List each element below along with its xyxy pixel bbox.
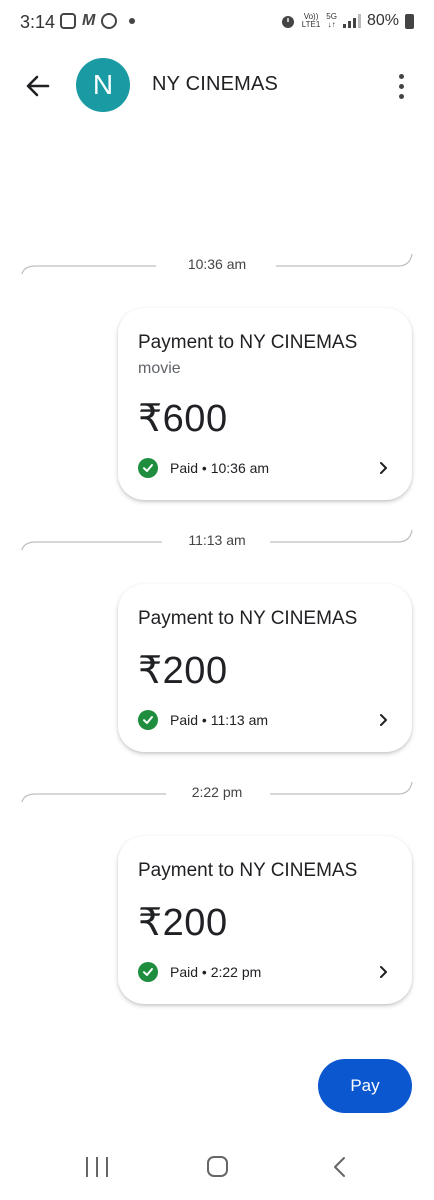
- arrow-left-icon: [26, 75, 50, 97]
- system-nav-bar: [0, 1140, 434, 1200]
- timestamp-divider: 11:13 am: [20, 528, 414, 556]
- timestamp-divider: 10:36 am: [20, 252, 414, 280]
- divider-time: 2:22 pm: [173, 784, 261, 800]
- check-circle-icon: [138, 458, 158, 478]
- chat-header: N NY CINEMAS: [0, 58, 434, 114]
- payment-amount: ₹200: [138, 650, 228, 692]
- payment-card[interactable]: Payment to NY CINEMAS ₹200 Paid • 11:13 …: [118, 584, 412, 752]
- m-app-icon: M: [82, 12, 96, 29]
- payment-amount: ₹200: [138, 902, 228, 944]
- divider-time: 10:36 am: [169, 256, 265, 272]
- battery-icon: [405, 13, 414, 29]
- timestamp-divider: 2:22 pm: [20, 780, 414, 808]
- signal-icon: [342, 14, 361, 28]
- payment-status: Paid • 2:22 pm: [138, 962, 261, 982]
- status-label: Paid • 10:36 am: [170, 460, 270, 476]
- b-app-icon: [101, 13, 118, 29]
- system-icons: Vo)) LTE1 5G ↓↑ 80%: [280, 12, 414, 30]
- pay-button[interactable]: Pay: [318, 1059, 412, 1113]
- status-label: Paid • 2:22 pm: [170, 964, 262, 980]
- check-circle-icon: [138, 710, 158, 730]
- payment-title: Payment to NY CINEMAS: [138, 608, 358, 629]
- chevron-right-icon: [380, 966, 387, 978]
- battery-percent: 80%: [366, 12, 399, 29]
- check-circle-icon: [138, 962, 158, 982]
- volte-indicator: Vo)) LTE1: [301, 12, 321, 29]
- nav-back-button[interactable]: [330, 1156, 350, 1178]
- payment-card[interactable]: Payment to NY CINEMAS ₹200 Paid • 2:22 p…: [118, 836, 412, 1004]
- back-button[interactable]: [22, 70, 54, 102]
- alarm-icon: [281, 16, 294, 28]
- page-title[interactable]: NY CINEMAS: [152, 73, 278, 96]
- instagram-icon: [60, 13, 76, 29]
- payment-title: Payment to NY CINEMAS: [138, 332, 358, 353]
- payment-amount: ₹600: [138, 398, 228, 440]
- avatar[interactable]: N: [76, 58, 130, 112]
- status-time: 3:14: [20, 12, 56, 32]
- notification-dot-icon: [129, 18, 136, 24]
- status-label: Paid • 11:13 am: [170, 712, 269, 728]
- chevron-right-icon: [380, 714, 387, 726]
- payment-status: Paid • 10:36 am: [138, 458, 269, 478]
- home-button[interactable]: [207, 1156, 228, 1177]
- payment-note: movie: [138, 360, 181, 377]
- more-options-button[interactable]: [386, 70, 416, 102]
- 5g-indicator: 5G ↓↑: [326, 12, 337, 29]
- payment-status: Paid • 11:13 am: [138, 710, 268, 730]
- payment-title: Payment to NY CINEMAS: [138, 860, 358, 881]
- payment-card[interactable]: Payment to NY CINEMAS movie ₹600 Paid • …: [118, 308, 412, 500]
- status-bar: 3:14 M Vo)) LTE1 5G ↓↑ 80%: [0, 0, 434, 46]
- chevron-right-icon: [380, 462, 387, 474]
- recent-apps-button[interactable]: [86, 1157, 108, 1177]
- more-vert-icon: [398, 73, 404, 79]
- notification-icons: M: [60, 12, 136, 29]
- divider-time: 11:13 am: [170, 532, 264, 548]
